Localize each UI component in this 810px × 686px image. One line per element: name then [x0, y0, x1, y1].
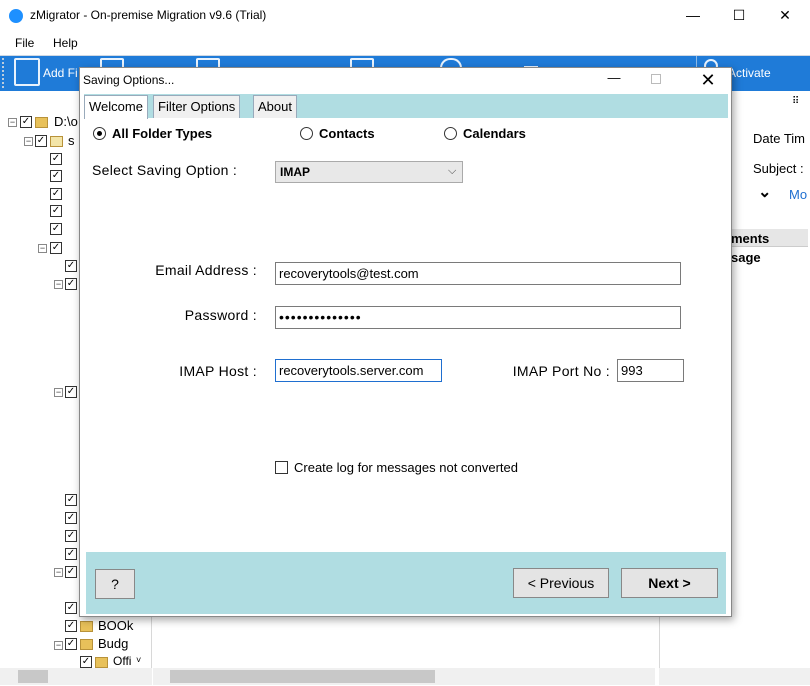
tree-collapse-child[interactable]: − — [24, 137, 33, 146]
menu-help[interactable]: Help — [53, 36, 78, 50]
saving-options-dialog: Saving Options... — ✕ Welcome Filter Opt… — [79, 67, 732, 617]
tree-item-label[interactable]: Offi — [113, 654, 135, 668]
tree-checkbox[interactable]: ✓ — [80, 656, 92, 668]
toolbar-grip — [2, 58, 6, 88]
add-file-label[interactable]: Add Fi — [43, 66, 78, 80]
tree-checkbox[interactable]: ✓ — [65, 602, 77, 614]
minimize-button[interactable]: — — [670, 0, 716, 31]
tree-checkbox[interactable]: ✓ — [65, 512, 77, 524]
tree-collapse-root[interactable]: − — [8, 118, 17, 127]
password-field[interactable]: •••••••••••••• — [275, 306, 681, 329]
chevron-down-icon[interactable]: ⌄ — [758, 182, 771, 202]
saving-option-select[interactable]: IMAP — [275, 161, 463, 183]
tab-filter-options[interactable]: Filter Options — [153, 95, 241, 118]
tree-checkbox[interactable]: ✓ — [65, 620, 77, 632]
imap-port-label: IMAP Port No : — [512, 363, 610, 379]
activate-label[interactable]: Activate — [728, 66, 771, 80]
radio-all-folder-types-label[interactable]: All Folder Types — [112, 126, 212, 141]
menu-bar — [0, 31, 810, 55]
message-label: sage — [731, 250, 761, 265]
tree-checkbox[interactable]: ✓ — [50, 153, 62, 165]
date-time-label: Date Tim — [753, 131, 806, 146]
email-label: Email Address : — [155, 262, 257, 278]
tree-checkbox[interactable]: ✓ — [50, 205, 62, 217]
tree-checkbox[interactable]: ✓ — [65, 566, 77, 578]
tree-checkbox[interactable]: ✓ — [50, 242, 62, 254]
attachments-header: ments — [731, 231, 770, 246]
tree-collapse[interactable]: − — [38, 244, 47, 253]
radio-calendars-label[interactable]: Calendars — [463, 126, 526, 141]
tab-welcome[interactable]: Welcome — [84, 95, 148, 119]
folder-icon — [80, 621, 93, 632]
previous-button[interactable]: < Previous — [513, 568, 609, 598]
tree-checkbox[interactable]: ✓ — [65, 260, 77, 272]
tree-checkbox[interactable]: ✓ — [65, 386, 77, 398]
tree-checkbox[interactable]: ✓ — [65, 638, 77, 650]
radio-calendars[interactable] — [444, 127, 457, 140]
tab-about[interactable]: About — [253, 95, 297, 118]
tree-checkbox[interactable]: ✓ — [50, 223, 62, 235]
scroll-down-icon[interactable]: ˅ — [136, 655, 141, 665]
scrollbar-thumb[interactable] — [18, 670, 48, 683]
mailbox-icon — [50, 136, 63, 147]
drive-icon — [35, 117, 48, 128]
help-button[interactable]: ? — [95, 569, 135, 599]
tree-checkbox-root[interactable]: ✓ — [20, 116, 32, 128]
password-label: Password : — [184, 307, 257, 323]
tree-item-label[interactable]: BOOk — [98, 618, 150, 633]
tree-collapse[interactable]: − — [54, 641, 63, 650]
radio-all-folder-types[interactable] — [93, 127, 106, 140]
dialog-minimize-button[interactable]: — — [603, 70, 625, 90]
next-button[interactable]: Next > — [621, 568, 718, 598]
tree-checkbox[interactable]: ✓ — [65, 278, 77, 290]
tree-collapse[interactable]: − — [54, 568, 63, 577]
mail-list — [153, 615, 655, 670]
chevron-down-icon[interactable]: ⌵ — [448, 165, 456, 178]
tree-child-label[interactable]: s — [68, 133, 75, 148]
saving-option-label: Select Saving Option : — [92, 162, 238, 178]
menu-file[interactable]: File — [15, 36, 34, 50]
dialog-maximize-button[interactable] — [651, 74, 661, 84]
radio-contacts-label[interactable]: Contacts — [319, 126, 375, 141]
email-field[interactable]: recoverytools@test.com — [275, 262, 681, 285]
app-icon — [9, 9, 23, 23]
folder-icon — [95, 657, 108, 668]
imap-port-field[interactable]: 993 — [617, 359, 684, 382]
subject-label: Subject : — [753, 161, 804, 176]
dialog-close-button[interactable]: ✕ — [697, 69, 719, 91]
add-file-icon[interactable] — [14, 58, 40, 86]
folder-icon — [80, 639, 93, 650]
tree-collapse[interactable]: − — [54, 388, 63, 397]
scrollbar-thumb[interactable] — [170, 670, 435, 683]
tree-checkbox[interactable]: ✓ — [50, 170, 62, 182]
dialog-title: Saving Options... — [83, 73, 175, 87]
window-title: zMigrator - On-premise Migration v9.6 (T… — [30, 8, 267, 22]
tree-checkbox[interactable]: ✓ — [50, 188, 62, 200]
imap-host-label: IMAP Host : — [179, 363, 257, 379]
tree-checkbox[interactable]: ✓ — [65, 530, 77, 542]
imap-host-field[interactable]: recoverytools.server.com — [275, 359, 442, 382]
close-button[interactable]: ✕ — [762, 0, 808, 31]
resize-grip-icon: ⠿ — [792, 96, 800, 107]
tree-collapse[interactable]: − — [54, 280, 63, 289]
preview-horizontal-scrollbar[interactable] — [659, 668, 810, 685]
tree-item-label[interactable]: Budg — [98, 636, 150, 651]
create-log-label[interactable]: Create log for messages not converted — [294, 460, 518, 475]
tree-checkbox[interactable]: ✓ — [65, 548, 77, 560]
tree-checkbox-child[interactable]: ✓ — [35, 135, 47, 147]
maximize-button[interactable]: ☐ — [716, 0, 762, 31]
tree-root-label[interactable]: D:\o — [54, 114, 78, 129]
more-link[interactable]: Mo — [789, 187, 807, 202]
create-log-checkbox[interactable] — [275, 461, 288, 474]
tree-checkbox[interactable]: ✓ — [65, 494, 77, 506]
radio-contacts[interactable] — [300, 127, 313, 140]
